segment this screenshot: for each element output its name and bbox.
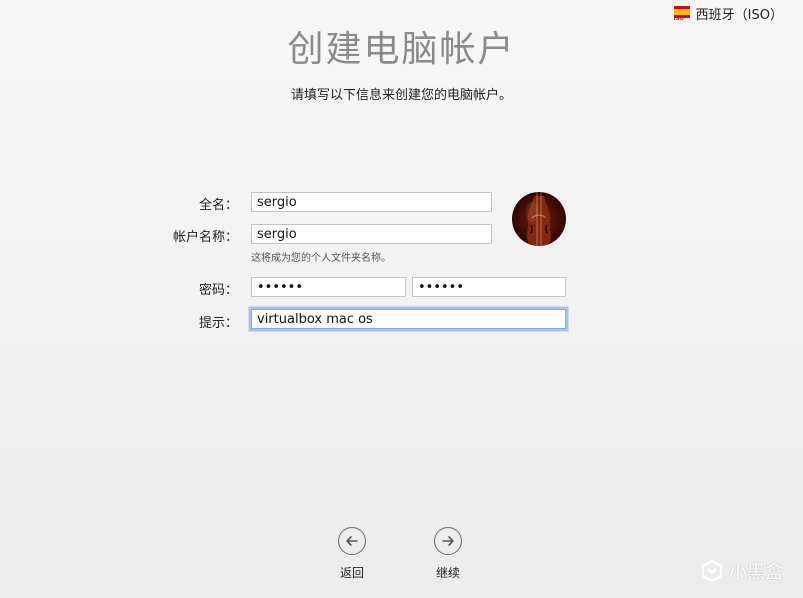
continue-label: 继续 [435,566,460,580]
full-name-label: 全名： [198,198,238,213]
back-label: 返回 [339,566,364,580]
back-button[interactable]: 返回 [322,527,382,581]
arrow-right-icon [434,527,462,555]
password-field[interactable] [251,277,406,297]
account-name-field[interactable] [251,224,492,244]
continue-button[interactable]: 继续 [418,527,478,581]
watermark: 小黑盒 [701,558,783,584]
watermark-text: 小黑盒 [729,562,783,583]
full-name-field[interactable] [251,192,492,212]
heybox-logo-icon [702,560,722,582]
page-subtitle: 请填写以下信息来创建您的电脑帐户。 [290,88,512,103]
verify-password-field[interactable] [412,277,566,297]
arrow-left-icon [338,527,366,555]
password-hint-field[interactable] [251,309,566,329]
page-title: 创建电脑帐户 [287,29,516,70]
account-name-label: 帐户名称： [172,230,238,245]
account-name-hint: 这将成为您的个人文件夹名称。 [251,253,391,264]
hint-label: 提示： [198,316,238,331]
password-label: 密码： [198,283,238,298]
violin-avatar-icon[interactable] [512,192,566,246]
